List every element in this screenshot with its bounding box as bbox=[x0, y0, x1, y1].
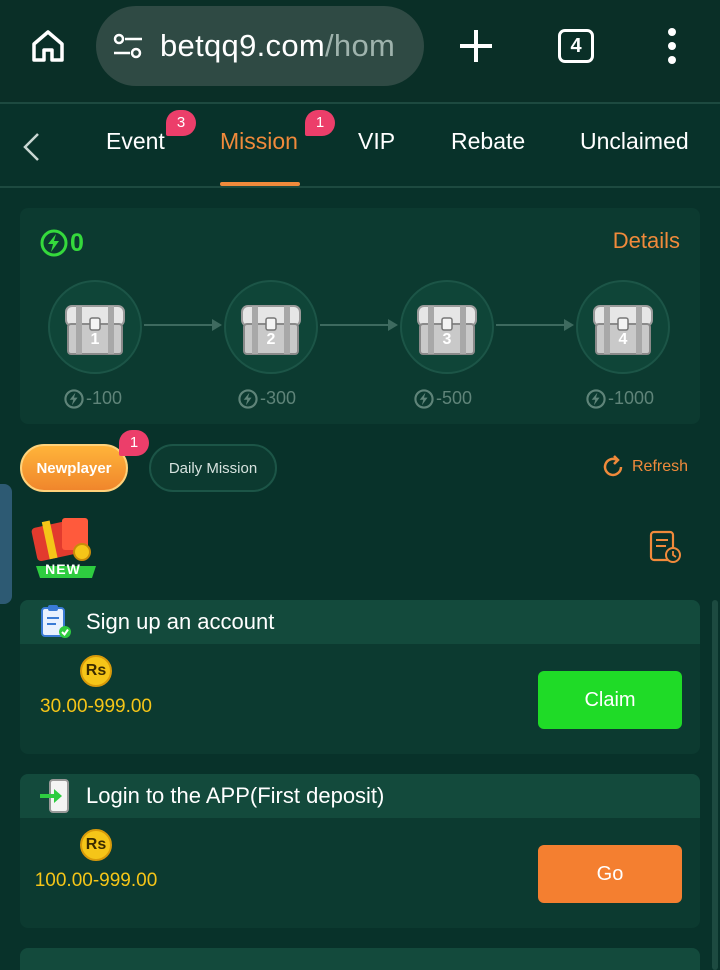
refresh-label: Refresh bbox=[632, 458, 689, 475]
tab-vip[interactable]: VIP bbox=[358, 128, 395, 155]
tab-unclaimed[interactable]: Unclaimed bbox=[580, 128, 689, 155]
lightning-icon bbox=[40, 229, 68, 257]
tab-mission[interactable]: Mission bbox=[220, 128, 298, 155]
tab-switcher-button[interactable]: 4 bbox=[558, 29, 594, 63]
reward-amount: 100.00-999.00 bbox=[34, 870, 158, 891]
filter-newplayer[interactable]: Newplayer bbox=[20, 444, 128, 492]
clipboard-check-icon bbox=[41, 605, 71, 638]
chest-3[interactable]: 3 bbox=[400, 280, 494, 374]
nav-divider bbox=[0, 186, 720, 188]
treasure-chest-icon bbox=[417, 305, 477, 355]
treasure-chest-icon bbox=[65, 305, 125, 355]
treasure-chest-icon bbox=[593, 305, 653, 355]
mission-badge: 1 bbox=[305, 110, 335, 136]
tab-rebate[interactable]: Rebate bbox=[451, 128, 525, 155]
task-card: Login to the APP(First deposit) Rs 100.0… bbox=[20, 774, 700, 928]
chest-number: 4 bbox=[618, 331, 628, 348]
task-header bbox=[20, 948, 700, 970]
side-drawer-handle[interactable] bbox=[0, 484, 12, 604]
chest-4[interactable]: 4 bbox=[576, 280, 670, 374]
progress-arrow bbox=[320, 319, 398, 331]
promotion-tabs: Event 3 Mission 1 VIP Rebate Unclaimed bbox=[0, 104, 720, 186]
lightning-icon bbox=[64, 388, 84, 409]
chest-number: 3 bbox=[442, 331, 452, 348]
refresh-icon bbox=[603, 455, 623, 477]
task-card: Sign up an account Rs 30.00-999.00 Claim bbox=[20, 600, 700, 754]
task-card bbox=[20, 948, 700, 970]
task-header: Sign up an account bbox=[20, 600, 700, 644]
chevron-left-icon[interactable] bbox=[18, 130, 44, 164]
treasure-chest-icon bbox=[241, 305, 301, 355]
lightning-icon bbox=[586, 388, 606, 409]
progress-arrow bbox=[496, 319, 574, 331]
url-path: /hom bbox=[325, 28, 396, 63]
reward-amount: 30.00-999.00 bbox=[40, 696, 152, 717]
address-bar[interactable]: betqq9.com/hom bbox=[96, 6, 424, 86]
scrollbar[interactable] bbox=[712, 600, 718, 970]
lightning-icon bbox=[238, 388, 258, 409]
rupee-coin-icon: Rs bbox=[80, 655, 112, 687]
chest-number: 2 bbox=[266, 331, 276, 348]
details-link[interactable]: Details bbox=[613, 228, 680, 254]
lightning-icon bbox=[414, 388, 434, 409]
tune-icon[interactable] bbox=[112, 32, 144, 60]
refresh-button[interactable]: Refresh bbox=[600, 454, 688, 480]
chest-cost-value: -500 bbox=[436, 388, 473, 408]
tab-event[interactable]: Event bbox=[106, 128, 165, 155]
chest-2[interactable]: 2 bbox=[224, 280, 318, 374]
chest-1[interactable]: 1 bbox=[48, 280, 142, 374]
task-header: Login to the APP(First deposit) bbox=[20, 774, 700, 818]
newplayer-badge: 1 bbox=[119, 430, 149, 456]
points-value: 0 bbox=[70, 228, 84, 257]
chest-cost-value: -100 bbox=[86, 388, 123, 408]
chest-cost-value: -300 bbox=[260, 388, 297, 408]
chest-cost: -1000 bbox=[586, 388, 654, 409]
home-icon[interactable] bbox=[28, 26, 68, 66]
url-text: betqq9.com/hom bbox=[160, 28, 395, 64]
history-list-icon[interactable] bbox=[648, 530, 682, 564]
chest-cost-value: -1000 bbox=[608, 388, 655, 408]
filter-daily-mission[interactable]: Daily Mission bbox=[149, 444, 277, 492]
task-title: Sign up an account bbox=[86, 609, 275, 634]
treasure-chest-panel: 0 Details 1 2 3 4 -100 -300 -500 -1000 bbox=[20, 208, 700, 424]
claim-button[interactable]: Claim bbox=[538, 671, 682, 729]
chest-cost: -300 bbox=[238, 388, 296, 409]
url-host: betqq9.com bbox=[160, 28, 325, 63]
event-badge: 3 bbox=[166, 110, 196, 136]
browser-toolbar: betqq9.com/hom 4 bbox=[0, 0, 720, 102]
rupee-coin-icon: Rs bbox=[80, 829, 112, 861]
more-vert-icon[interactable] bbox=[660, 26, 684, 66]
new-tag: NEW bbox=[45, 561, 81, 577]
go-button[interactable]: Go bbox=[538, 845, 682, 903]
phone-login-icon bbox=[40, 779, 69, 813]
task-title: Login to the APP(First deposit) bbox=[86, 783, 385, 808]
chest-cost: -500 bbox=[414, 388, 472, 409]
chest-cost: -100 bbox=[64, 388, 122, 409]
chest-number: 1 bbox=[90, 331, 100, 348]
points-display: 0 bbox=[40, 228, 84, 258]
plus-icon[interactable] bbox=[456, 26, 496, 66]
progress-arrow bbox=[144, 319, 222, 331]
